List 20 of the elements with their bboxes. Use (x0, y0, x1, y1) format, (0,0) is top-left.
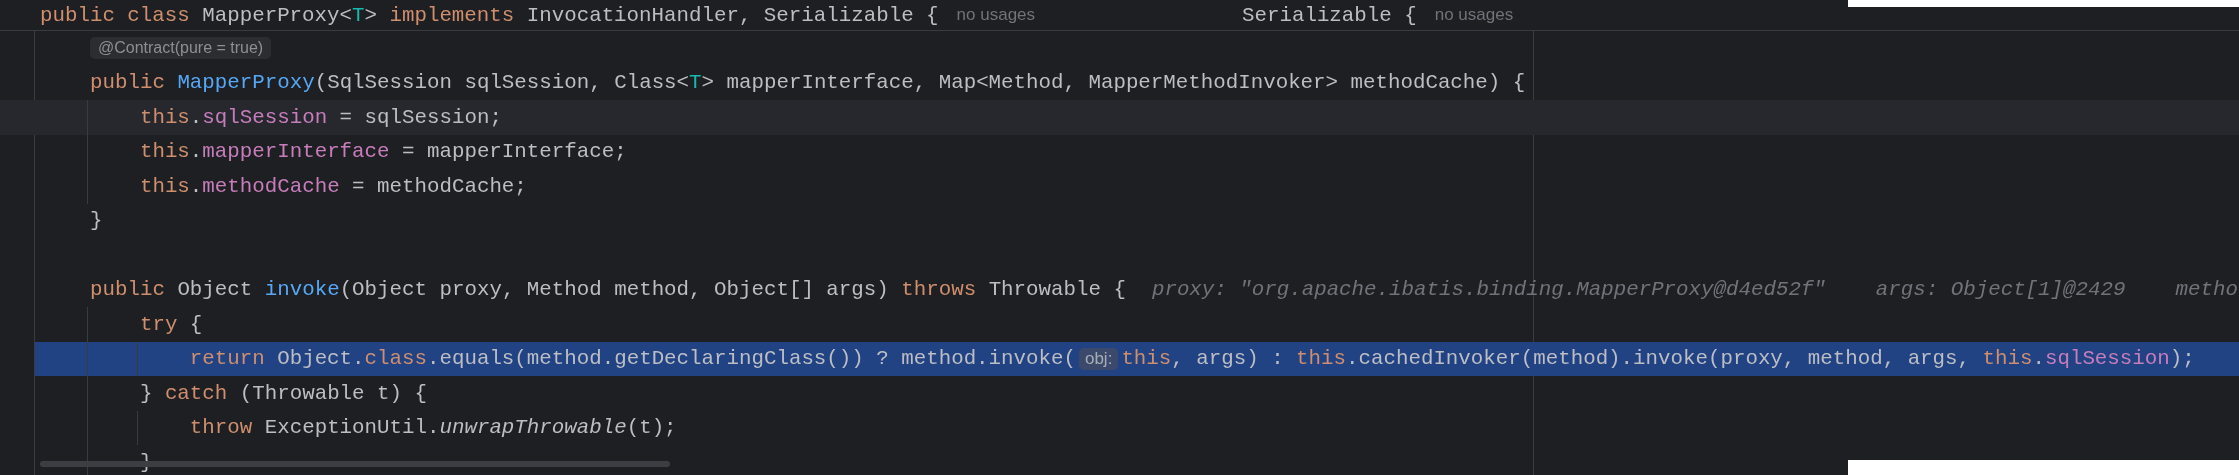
code-line: this.mapperInterface = mapperInterface; (138, 140, 627, 164)
inline-debug-value: args: Object[1]@2429 (1875, 278, 2126, 302)
inline-debug-value: proxy: "org.apache.ibatis.binding.MapperProxy@d4ed52f" (1151, 278, 1826, 302)
usage-hint[interactable]: no usages (1434, 5, 1514, 25)
annotation-hint[interactable]: @Contract(pure = true) (90, 37, 272, 60)
code-line: public MapperProxy(SqlSession sqlSession, Class<T> mapperInterface, Map<Method, MapperMethodInvoker> methodCache) { (90, 71, 1526, 95)
code-line: public class MapperProxy<T> implements InvocationHandler, Serializable { (40, 3, 939, 27)
code-line: this, args) : this.cachedInvoker(method).invoke(proxy, method, args, this.sqlSession); (1121, 347, 2195, 371)
code-line: this.methodCache = methodCache; (138, 174, 527, 198)
code-line: try { (138, 312, 203, 336)
code-line: throw ExceptionUtil.unwrapThrowable(t); (188, 416, 677, 440)
code-line: Serializable { (1242, 3, 1417, 27)
parameter-hint: obj: (1078, 347, 1119, 370)
code-line: } (90, 209, 103, 233)
inline-debug-value: metho (2175, 278, 2238, 302)
code-line: this.sqlSession = sqlSession; (138, 105, 502, 129)
usage-hint[interactable]: no usages (956, 5, 1036, 25)
code-line: } catch (Throwable t) { (138, 381, 427, 405)
code-line: return Object.class.equals(method.getDeclaringClass()) ? method.invoke( (188, 347, 1076, 371)
code-line: public Object invoke(Object proxy, Method method, Object[] args) throws Throwable { (90, 278, 1126, 302)
